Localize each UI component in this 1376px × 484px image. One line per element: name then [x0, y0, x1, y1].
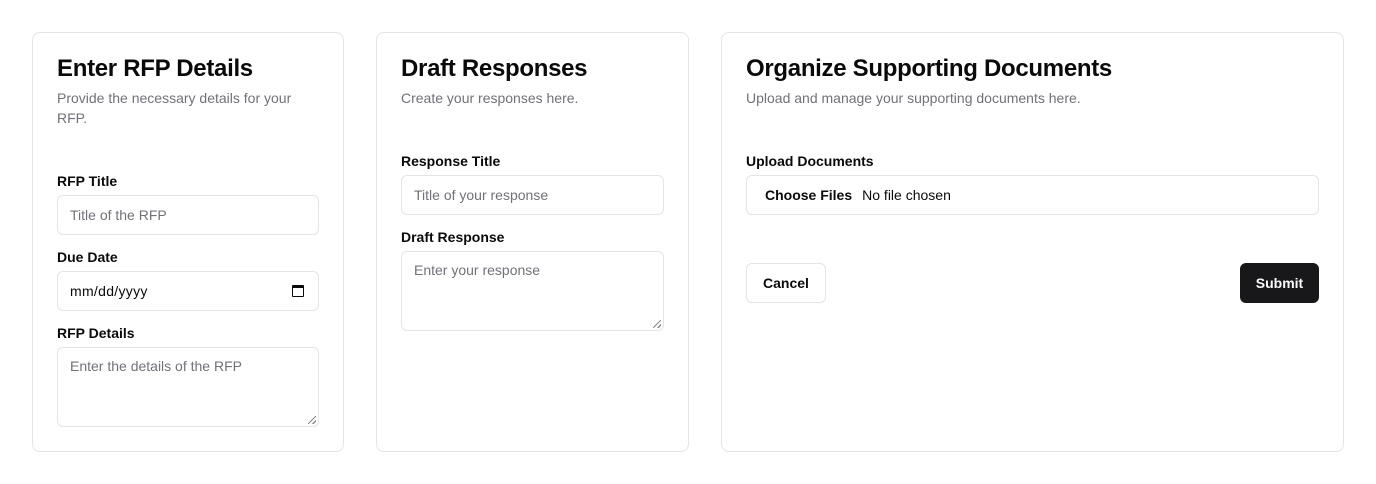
- draft-response-textarea[interactable]: Enter your response: [401, 251, 664, 331]
- file-upload-input[interactable]: Choose Files No file chosen: [746, 175, 1319, 215]
- rfp-details-card: Enter RFP Details Provide the necessary …: [32, 32, 344, 452]
- draft-card-title: Draft Responses: [401, 55, 588, 82]
- rfp-details-label: RFP Details: [57, 325, 135, 341]
- response-title-label: Response Title: [401, 153, 501, 169]
- rfp-card-description: Provide the necessary details for your R…: [57, 90, 292, 126]
- draft-card-description: Create your responses here.: [401, 90, 579, 106]
- docs-card-description: Upload and manage your supporting docume…: [746, 90, 1081, 106]
- resize-grip-icon[interactable]: [653, 320, 661, 328]
- no-file-chosen-text: No file chosen: [862, 187, 951, 203]
- draft-responses-card: Draft Responses Create your responses he…: [376, 32, 689, 452]
- rfp-title-placeholder: Title of the RFP: [70, 207, 167, 223]
- docs-card-title: Organize Supporting Documents: [746, 55, 1112, 82]
- calendar-icon[interactable]: [292, 285, 304, 297]
- rfp-title-input[interactable]: Title of the RFP: [57, 195, 319, 235]
- choose-files-button[interactable]: Choose Files: [765, 187, 852, 203]
- response-title-input[interactable]: Title of your response: [401, 175, 664, 215]
- resize-grip-icon[interactable]: [308, 416, 316, 424]
- due-date-input[interactable]: mm/dd/yyyy: [57, 271, 319, 311]
- rfp-details-textarea[interactable]: Enter the details of the RFP: [57, 347, 319, 427]
- response-title-placeholder: Title of your response: [414, 187, 549, 203]
- draft-response-label: Draft Response: [401, 229, 505, 245]
- draft-response-placeholder: Enter your response: [414, 262, 541, 278]
- due-date-value: mm/dd/yyyy: [70, 283, 148, 299]
- rfp-title-label: RFP Title: [57, 173, 118, 189]
- supporting-documents-card: Organize Supporting Documents Upload and…: [721, 32, 1344, 452]
- rfp-card-title: Enter RFP Details: [57, 55, 253, 82]
- rfp-details-placeholder: Enter the details of the RFP: [70, 358, 242, 374]
- due-date-label: Due Date: [57, 249, 118, 265]
- cancel-button[interactable]: Cancel: [746, 263, 826, 303]
- submit-button[interactable]: Submit: [1240, 263, 1319, 303]
- upload-documents-label: Upload Documents: [746, 153, 874, 169]
